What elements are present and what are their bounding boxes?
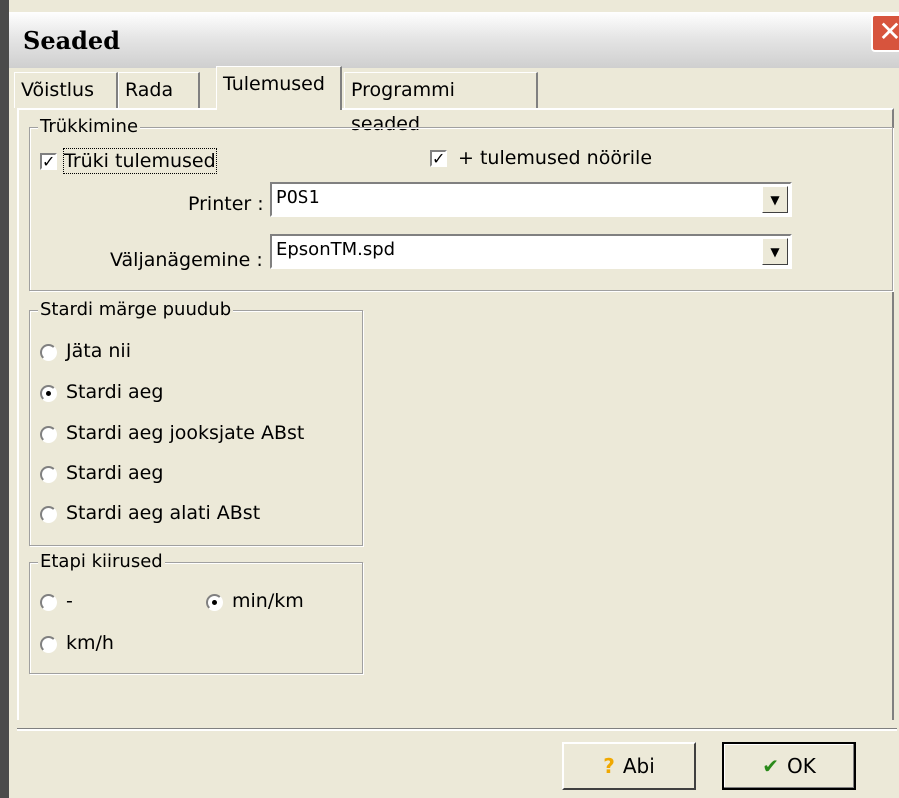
title-bar[interactable]: Seaded ✕ [9,12,899,68]
tab-voistlus[interactable]: Võistlus [14,72,118,108]
window-title: Seaded [23,26,120,55]
stage-speed-option-dash[interactable]: - [66,589,73,613]
stage-speed-option-min-km[interactable]: min/km [232,589,304,613]
help-button[interactable]: ? Abi [562,742,696,790]
start-mark-radio-3[interactable] [40,466,57,483]
printing-group: Trükkimine ✓ Trüki tulemused ✓ + tulemus… [29,116,893,291]
checkmark-icon: ✔ [762,754,779,778]
print-results-label[interactable]: Trüki tulemused [63,148,217,174]
stage-speeds-group: Etapi kiirused - min/km km/h [29,551,363,674]
printer-select[interactable]: POS1 ▼ [270,182,792,217]
stage-speed-radio-min-km[interactable] [206,594,223,611]
print-results-checkbox[interactable]: ✓ [40,153,57,170]
divider [17,728,897,731]
start-mark-option-3[interactable]: Stardi aeg [66,461,163,485]
ok-button-label: OK [786,754,816,778]
tab-panel: Trükkimine ✓ Trüki tulemused ✓ + tulemus… [17,108,894,720]
help-button-label: Abi [622,754,655,778]
results-on-string-label[interactable]: + tulemused nöörile [458,146,652,170]
results-on-string-checkbox[interactable]: ✓ [430,150,447,167]
close-button[interactable]: ✕ [871,14,899,52]
tab-programmi-seaded[interactable]: Programmi seaded [344,72,538,135]
chevron-down-icon[interactable]: ▼ [762,238,788,265]
appearance-value: EpsonTM.spd [276,239,396,260]
start-mark-radio-1[interactable] [40,385,57,402]
printer-label: Printer : [188,193,264,215]
settings-dialog: Seaded ✕ Võistlus Rada Tulemused Program… [0,0,899,798]
start-mark-group-label: Stardi märge puudub [38,299,234,321]
printer-value: POS1 [276,187,320,208]
start-mark-radio-0[interactable] [40,344,57,361]
close-icon: ✕ [878,15,899,48]
appearance-label: Väljanägemine : [110,249,263,271]
appearance-select[interactable]: EpsonTM.spd ▼ [270,234,792,269]
chevron-down-icon[interactable]: ▼ [762,186,788,213]
stage-speed-option-km-h[interactable]: km/h [66,631,114,655]
stage-speeds-group-label: Etapi kiirused [38,551,165,573]
stage-speed-radio-dash[interactable] [40,594,57,611]
question-icon: ? [603,754,615,778]
start-mark-option-4[interactable]: Stardi aeg alati ABst [66,501,260,525]
ok-button[interactable]: ✔ OK [722,742,856,790]
stage-speed-radio-km-h[interactable] [40,636,57,653]
tab-rada[interactable]: Rada [118,72,200,108]
start-mark-option-2[interactable]: Stardi aeg jooksjate ABst [66,421,304,445]
window-left-edge [0,0,9,798]
start-mark-group: Stardi märge puudub Jäta nii Stardi aeg … [29,299,363,546]
start-mark-radio-4[interactable] [40,506,57,523]
start-mark-radio-2[interactable] [40,426,57,443]
start-mark-option-1[interactable]: Stardi aeg [66,380,163,404]
start-mark-option-0[interactable]: Jäta nii [66,339,131,363]
tab-tulemused[interactable]: Tulemused [216,66,342,110]
printing-group-label: Trükkimine [38,116,141,138]
